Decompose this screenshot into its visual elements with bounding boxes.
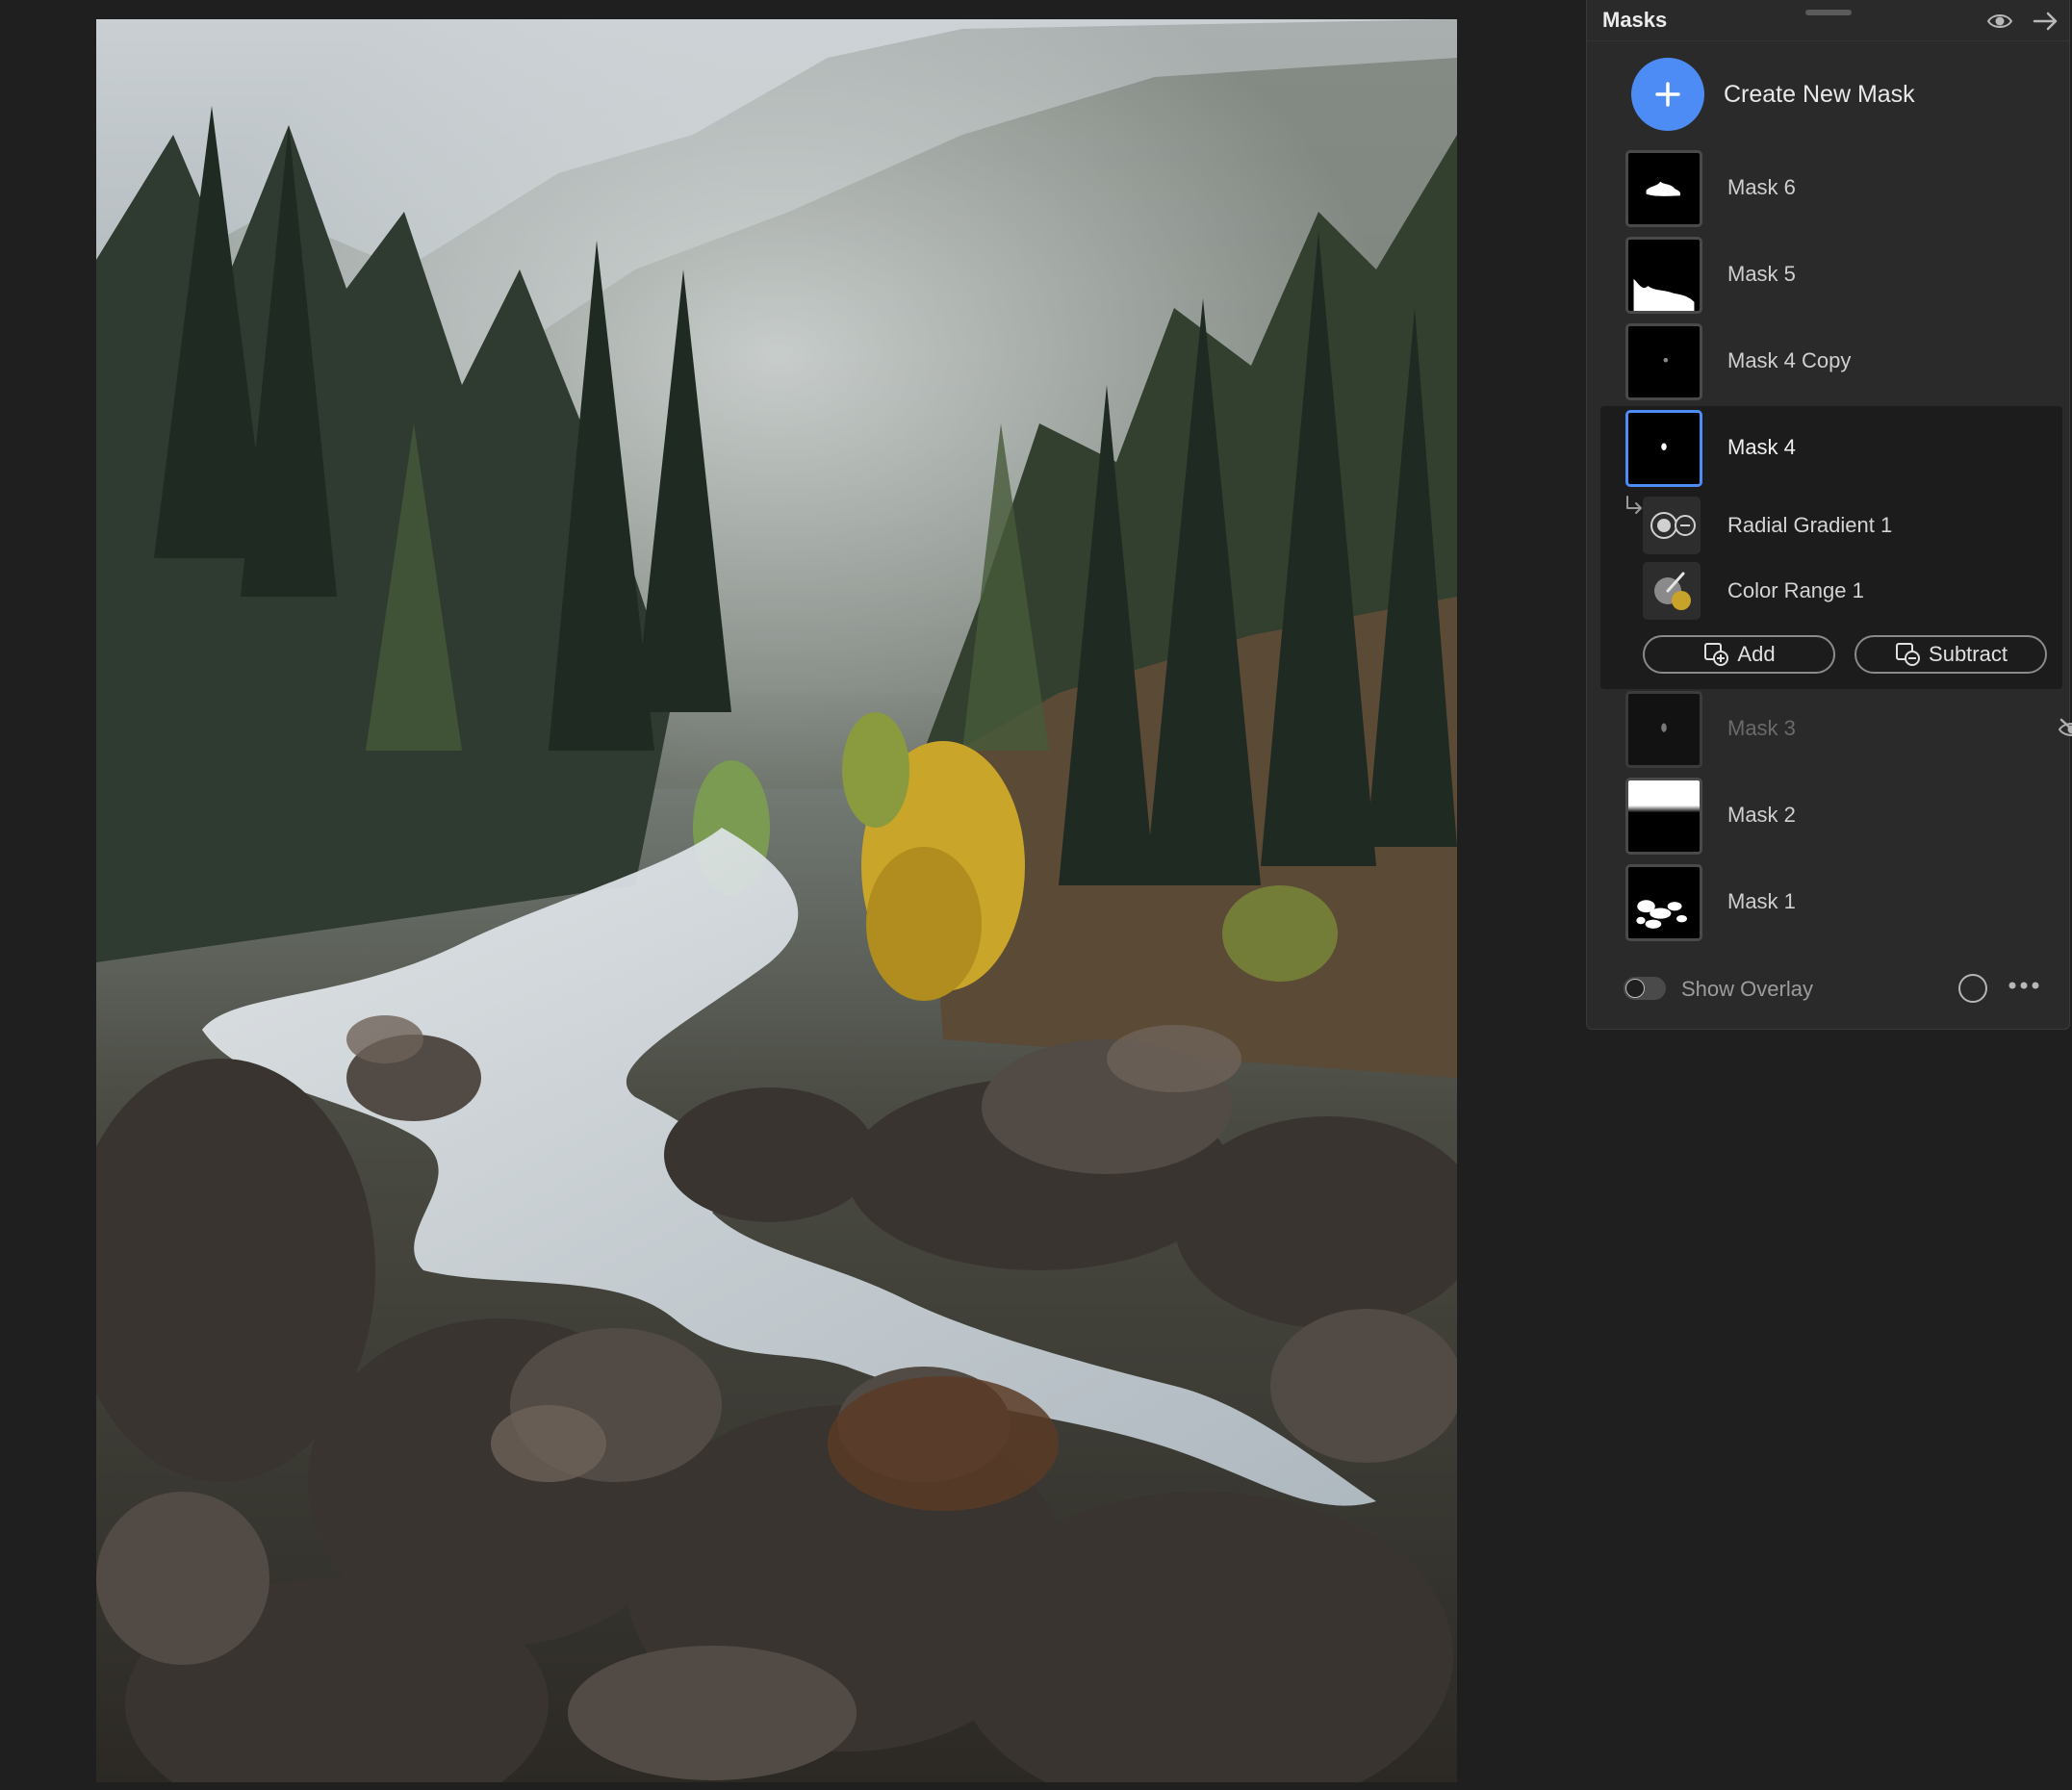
mask-thumbnail	[1625, 864, 1702, 941]
more-options-icon[interactable]	[2005, 972, 2043, 1001]
mask-label: Mask 4	[1727, 435, 1796, 459]
mask-label: Mask 2	[1727, 803, 1796, 827]
panel-drag-handle[interactable]	[1805, 10, 1852, 15]
mask-item-5[interactable]: Mask 5	[1625, 237, 2057, 318]
add-label: Add	[1737, 642, 1776, 666]
component-label: Color Range 1	[1727, 578, 1864, 602]
mask-item-3[interactable]: Mask 3	[1625, 691, 2072, 772]
mask-thumbnail	[1625, 323, 1702, 400]
mask-thumbnail	[1625, 691, 1702, 768]
overlay-color-swatch[interactable]	[1958, 974, 1987, 1003]
panel-header: Masks	[1587, 0, 2069, 41]
mask-item-4-copy[interactable]: Mask 4 Copy	[1625, 323, 2057, 404]
eye-icon[interactable]	[1985, 8, 2014, 35]
mask-label: Mask 4 Copy	[1727, 348, 1852, 372]
mask-label: Mask 6	[1727, 175, 1796, 199]
landscape-photo	[96, 19, 1457, 1782]
panel-title: Masks	[1602, 8, 1668, 32]
subtract-button[interactable]: Subtract	[1855, 635, 2047, 674]
subtract-mask-icon	[1896, 643, 1921, 666]
mask-thumbnail	[1625, 237, 1702, 314]
eye-off-icon[interactable]	[2057, 716, 2072, 743]
component-label: Radial Gradient 1	[1727, 513, 1893, 537]
masks-panel: Masks Create New Mask Mask 6 Mask 5 Mask	[1586, 0, 2072, 1030]
mask-thumbnail	[1625, 778, 1702, 855]
mask-label: Mask 5	[1727, 262, 1796, 286]
create-new-mask-label: Create New Mask	[1724, 80, 1915, 108]
mask-label: Mask 1	[1727, 889, 1796, 913]
plus-icon[interactable]	[1631, 58, 1704, 131]
mask-item-2[interactable]: Mask 2	[1625, 778, 2057, 858]
radial-gradient-icon	[1643, 497, 1701, 554]
mask-item-1[interactable]: Mask 1	[1625, 864, 2057, 945]
toggle-knob	[1625, 979, 1645, 998]
add-mask-icon	[1704, 643, 1729, 666]
color-range-icon	[1643, 562, 1701, 620]
photo-canvas[interactable]	[96, 19, 1457, 1782]
panel-footer: Show Overlay	[1624, 972, 2057, 1010]
mask-thumbnail	[1625, 150, 1702, 227]
mask-thumbnail	[1625, 410, 1702, 487]
component-color-range[interactable]: Color Range 1	[1643, 562, 2047, 620]
create-new-mask-button[interactable]: Create New Mask	[1631, 58, 1915, 131]
add-button[interactable]: Add	[1643, 635, 1835, 674]
mask-item-4[interactable]: Mask 4	[1625, 410, 2057, 491]
subtract-label: Subtract	[1929, 642, 2008, 666]
show-overlay-label: Show Overlay	[1681, 977, 1813, 1001]
mask-item-6[interactable]: Mask 6	[1625, 150, 2057, 231]
arrow-right-icon[interactable]	[2032, 8, 2060, 35]
mask-label: Mask 3	[1727, 716, 1796, 740]
child-arrow-icon	[1624, 495, 1645, 516]
component-radial-gradient[interactable]: Radial Gradient 1	[1643, 497, 2047, 554]
show-overlay-toggle[interactable]	[1624, 977, 1666, 1000]
